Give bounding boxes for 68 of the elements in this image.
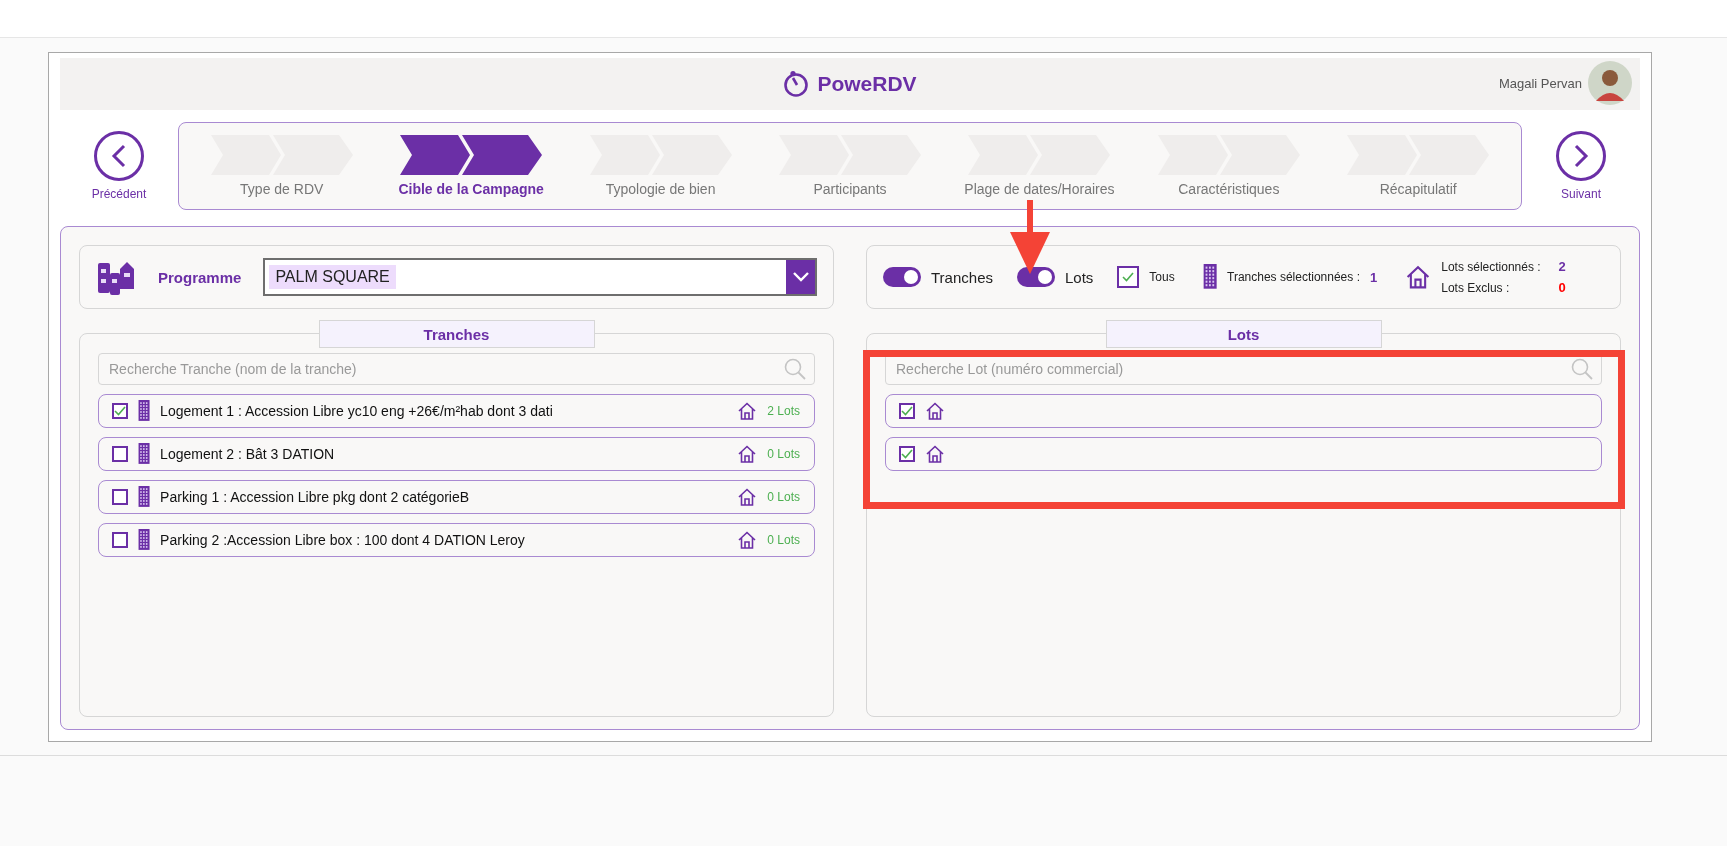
programme-dropdown[interactable]: PALM SQUARE [263,258,817,296]
building-icon [138,443,151,465]
stat-value: 0 [1558,280,1566,295]
search-field[interactable]: Recherche Tranche (nom de la tranche) [98,353,815,385]
house-icon [737,487,758,507]
caret-icon [792,272,809,282]
app-title: PoweRDV [817,72,917,96]
tranche-row[interactable]: Parking 2 :Accession Libre box : 100 dont 4 DATION Leroy 0 Lots [98,523,815,557]
lot-count: 0 Lots [767,533,800,547]
checkbox[interactable] [899,403,915,419]
section-title: Lots [1105,320,1382,348]
step-tab[interactable]: Cible de la Campagne [376,123,566,209]
step-tab[interactable]: Caractéristiques [1134,123,1324,209]
stat-value: 1 [1369,269,1378,285]
building-icon [1202,264,1217,290]
tranche-name: Parking 1 : Accession Libre pkg dont 2 catégorieB [160,489,471,505]
tranche-row[interactable]: Logement 1 : Accession Libre yc10 eng +26€/m²hab dont 3 dati 2 Lots [98,394,815,428]
toggle-switch[interactable] [883,267,921,287]
stat-label: Tranches sélectionnées : [1227,270,1360,284]
step-tab[interactable]: Typologie de bien [565,123,756,209]
step-tab[interactable]: Plage de dates/Horaires [944,123,1135,209]
house-icon [925,401,945,421]
checkbox[interactable] [112,489,128,505]
check-icon [114,406,126,416]
check-icon [901,406,913,416]
stat-value: 2 [1558,259,1566,274]
search-icon [783,357,807,381]
house-icon [925,444,945,464]
tranche-row[interactable]: Parking 1 : Accession Libre pkg dont 2 catégorieB 0 Lots [98,480,815,514]
section-title: Tranches [318,320,595,348]
toggle-label: Lots [1065,268,1094,286]
house-icon [1405,264,1432,290]
toggle-switch[interactable] [1017,267,1055,287]
tranche-row[interactable]: Logement 2 : Bât 3 DATION 0 Lots [98,437,815,471]
checkbox[interactable] [112,446,128,462]
toggle-label: Tranches [931,268,993,286]
building-icon [138,486,151,508]
tranche-name: Logement 2 : Bât 3 DATION [160,446,336,462]
stat-label: Lots Exclus : [1441,280,1511,295]
step-tab[interactable]: Type de RDV [187,123,377,209]
tranche-name: Parking 2 :Accession Libre box : 100 dont 4 DATION Leroy [160,532,526,548]
house-icon [737,530,758,550]
building-icon [138,529,151,551]
timer-icon [783,70,810,98]
check-icon [901,449,913,459]
lot-count: 2 Lots [767,404,800,418]
checkbox-label: Tous [1149,270,1175,284]
user-name: Magali Pervan [1498,75,1582,91]
step-tab[interactable]: Récapitulatif [1323,123,1513,209]
search-icon [1570,357,1594,381]
house-icon [737,444,758,464]
house-icon [737,401,758,421]
stat-label: Lots sélectionnés : [1441,259,1541,274]
building-icon [138,400,151,422]
next-button[interactable]: Suivant [1522,131,1640,201]
avatar[interactable] [1588,61,1632,105]
lot-count: 0 Lots [767,447,800,461]
previous-button[interactable]: Précédent [60,131,178,201]
step-tab[interactable]: Participants [755,123,945,209]
lot-count: 0 Lots [767,490,800,504]
checkbox[interactable] [1117,266,1140,288]
checkbox[interactable] [112,532,128,548]
active-step-chevron-icon [400,135,543,175]
checkbox[interactable] [899,446,915,462]
programme-label: Programme [158,268,242,286]
check-icon [1122,272,1135,282]
checkbox[interactable] [112,403,128,419]
tranche-name: Logement 1 : Accession Libre yc10 eng +26€/m²hab dont 3 dati [160,403,554,419]
